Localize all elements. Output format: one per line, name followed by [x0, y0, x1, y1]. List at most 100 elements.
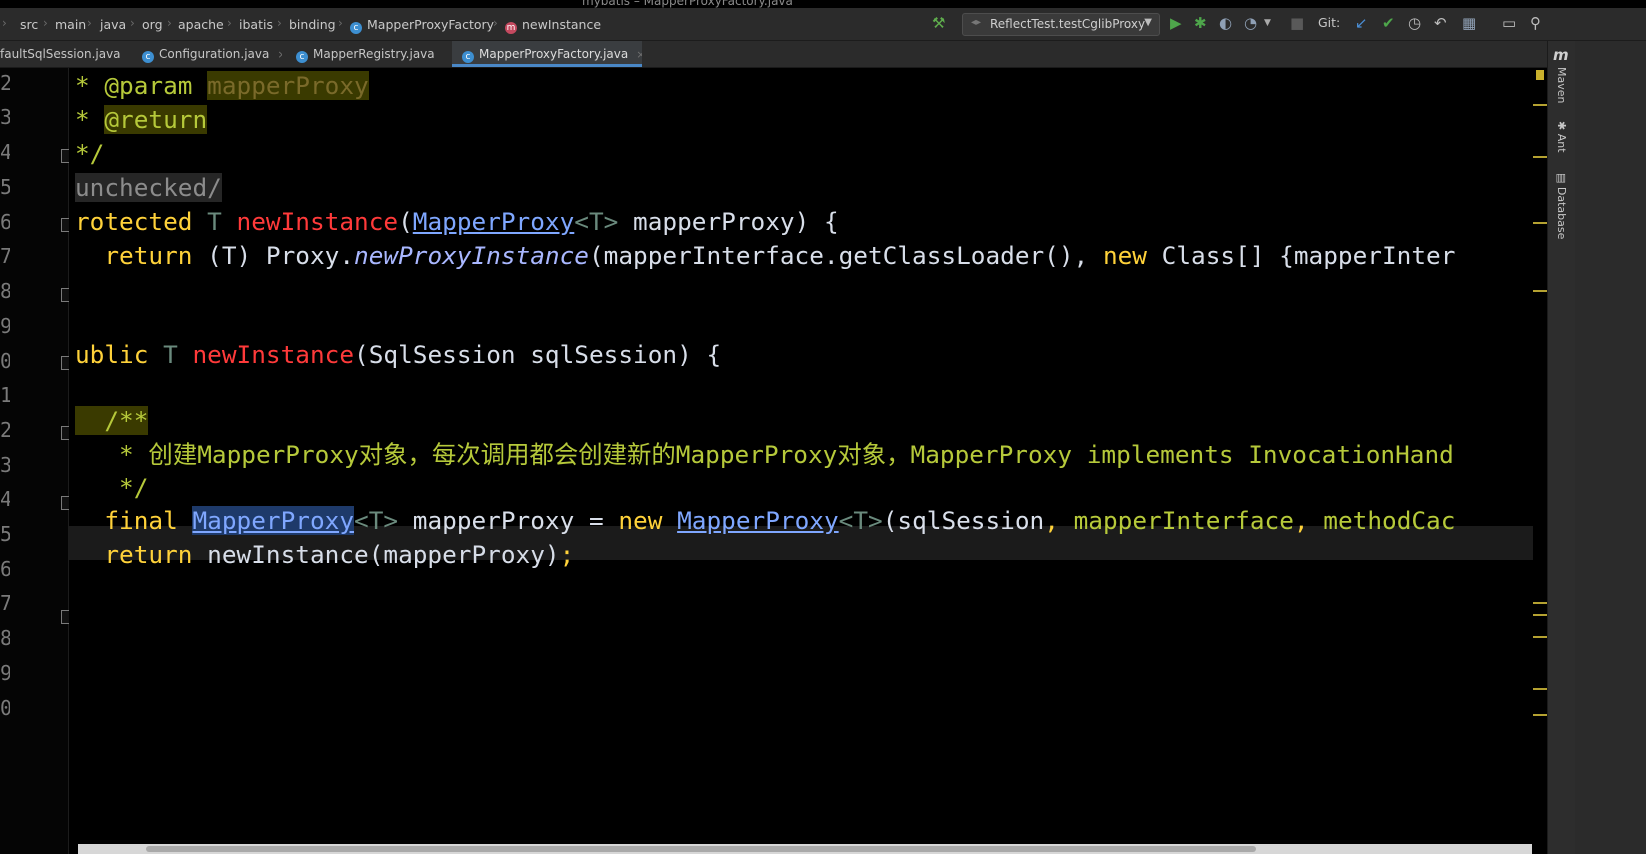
- tab-mapperproxyfactory[interactable]: c MapperProxyFactory.java ×: [452, 41, 642, 67]
- class-icon: c: [462, 51, 474, 63]
- code-line: * 创建MapperProxy对象，每次调用都会创建新的MapperProxy对…: [75, 440, 1454, 469]
- breadcrumb-apache[interactable]: apache: [178, 17, 224, 32]
- tab-label: Configuration.java: [159, 47, 270, 61]
- code-line: /**: [75, 406, 149, 435]
- tab-configuration[interactable]: c Configuration.java ×: [142, 41, 282, 67]
- close-icon[interactable]: ×: [636, 48, 642, 61]
- breadcrumb-separator: ›: [167, 16, 172, 30]
- breadcrumb-main[interactable]: main: [55, 17, 86, 32]
- tab-label: MapperRegistry.java: [313, 47, 435, 61]
- code-line: */: [75, 139, 105, 168]
- breadcrumb-src[interactable]: src: [20, 17, 38, 32]
- line-number: 4: [0, 487, 10, 511]
- tool-window-ant[interactable]: ✱ Ant: [1555, 121, 1568, 153]
- line-number: 5: [0, 175, 10, 199]
- window-edge-panel: [1575, 41, 1646, 854]
- stripe-marker[interactable]: [1533, 104, 1547, 106]
- tab-mapperregistry[interactable]: c MapperRegistry.java ×: [296, 41, 444, 67]
- marker-stripe[interactable]: [1533, 68, 1547, 854]
- breadcrumb-class[interactable]: c MapperProxyFactory: [350, 17, 494, 34]
- run-config-label: ReflectTest.testCglibProxy: [990, 17, 1146, 31]
- git-commit-check-icon[interactable]: ✔: [1382, 14, 1395, 32]
- class-icon: c: [142, 51, 154, 63]
- window-layout-icon[interactable]: ▭: [1502, 14, 1516, 32]
- code-line: rotected T newInstance(MapperProxy<T> ma…: [75, 207, 839, 236]
- line-number: 7: [0, 244, 10, 268]
- stripe-marker[interactable]: [1533, 222, 1547, 224]
- class-icon: c: [296, 51, 308, 63]
- class-icon: c: [350, 22, 362, 34]
- project-structure-icon[interactable]: ▦: [1462, 14, 1476, 32]
- line-number: 8: [0, 279, 10, 303]
- stripe-marker[interactable]: [1533, 688, 1547, 690]
- close-icon[interactable]: ×: [277, 48, 282, 61]
- stripe-marker[interactable]: [1533, 714, 1547, 716]
- tool-window-database[interactable]: ▤ Database: [1555, 173, 1568, 239]
- line-number: 3: [0, 105, 10, 129]
- breadcrumb-ibatis[interactable]: ibatis: [239, 17, 273, 32]
- tool-window-database-label: Database: [1555, 186, 1568, 240]
- stripe-marker[interactable]: [1533, 156, 1547, 158]
- line-number: 9: [0, 661, 10, 685]
- profile-icon[interactable]: ◔: [1244, 14, 1257, 32]
- window-title-text: mybatis – MapperProxyFactory.java: [582, 0, 793, 8]
- breadcrumb-method-label: newInstance: [522, 17, 602, 32]
- breadcrumb-method[interactable]: m newInstance: [505, 17, 601, 34]
- breadcrumb-separator: ›: [338, 16, 343, 30]
- breadcrumb-java[interactable]: java: [100, 17, 126, 32]
- git-update-icon[interactable]: ↙: [1355, 14, 1368, 32]
- scrollbar-thumb[interactable]: [146, 846, 1256, 852]
- code-line-current: final MapperProxy<T> mapperProxy = new M…: [75, 506, 1456, 535]
- line-number: 9: [0, 314, 10, 338]
- line-number: 2: [0, 71, 10, 95]
- code-line: return (T) Proxy.newProxyInstance(mapper…: [75, 241, 1456, 270]
- horizontal-scrollbar[interactable]: [78, 844, 1532, 854]
- search-icon[interactable]: ⚲: [1530, 14, 1541, 32]
- breadcrumb-separator: ›: [493, 16, 498, 30]
- line-number: 3: [0, 453, 10, 477]
- line-number: 0: [0, 349, 10, 373]
- tab-label: MapperProxyFactory.java: [479, 47, 629, 61]
- window-title: mybatis – MapperProxyFactory.java: [0, 0, 1646, 8]
- rollback-undo-icon[interactable]: ↶: [1434, 14, 1447, 32]
- tab-defaultsqlsession[interactable]: faultSqlSession.java ×: [0, 41, 130, 67]
- inspection-status-icon[interactable]: [1536, 70, 1544, 80]
- close-icon[interactable]: ×: [129, 48, 130, 61]
- git-label: Git:: [1318, 15, 1341, 30]
- breadcrumb-separator: ›: [227, 16, 232, 30]
- coverage-icon[interactable]: ◐: [1219, 14, 1232, 32]
- line-number: 1: [0, 383, 10, 407]
- navigation-bar: › src › main › java › org › apache › iba…: [0, 8, 1646, 41]
- code-editor[interactable]: * @param mapperProxy * @return */ unchec…: [69, 68, 1533, 848]
- breadcrumb-separator: ›: [87, 16, 92, 30]
- stop-icon: ■: [1290, 14, 1305, 32]
- editor-tab-bar: faultSqlSession.java × c Configuration.jav…: [0, 41, 1646, 68]
- code-line: ublic T newInstance(SqlSession sqlSessio…: [75, 340, 722, 369]
- right-tool-strip: Maven ✱ Ant ▤ Database: [1547, 41, 1576, 854]
- run-icon[interactable]: ▶: [1170, 14, 1182, 32]
- stripe-marker[interactable]: [1533, 636, 1547, 638]
- run-configuration-dropdown[interactable]: ◂▸ ReflectTest.testCglibProxy ▼: [962, 13, 1160, 36]
- debug-bug-icon[interactable]: ✱: [1194, 14, 1207, 32]
- chevron-down-icon: ▼: [1144, 17, 1152, 28]
- history-clock-icon[interactable]: ◷: [1408, 14, 1421, 32]
- maven-icon[interactable]: m: [1553, 46, 1569, 64]
- breadcrumb-binding[interactable]: binding: [289, 17, 336, 32]
- line-number: 5: [0, 522, 10, 546]
- line-number: 6: [0, 210, 10, 234]
- breadcrumb-org[interactable]: org: [142, 17, 163, 32]
- breadcrumb-separator: ›: [277, 16, 282, 30]
- breadcrumb-separator: ›: [2, 16, 7, 30]
- code-line: * @return: [75, 105, 208, 134]
- method-icon: m: [505, 22, 517, 34]
- build-hammer-icon[interactable]: ⚒: [932, 14, 945, 32]
- stripe-marker[interactable]: [1533, 290, 1547, 292]
- profile-dropdown-chevron-icon[interactable]: ▼: [1264, 14, 1271, 32]
- stripe-marker[interactable]: [1533, 602, 1547, 604]
- tool-window-maven[interactable]: Maven: [1555, 67, 1568, 103]
- breadcrumb-separator: ›: [43, 16, 48, 30]
- stripe-marker[interactable]: [1533, 614, 1547, 616]
- code-line: unchecked/: [75, 173, 222, 202]
- close-icon[interactable]: ×: [443, 48, 444, 61]
- breadcrumb-class-label: MapperProxyFactory: [367, 17, 495, 32]
